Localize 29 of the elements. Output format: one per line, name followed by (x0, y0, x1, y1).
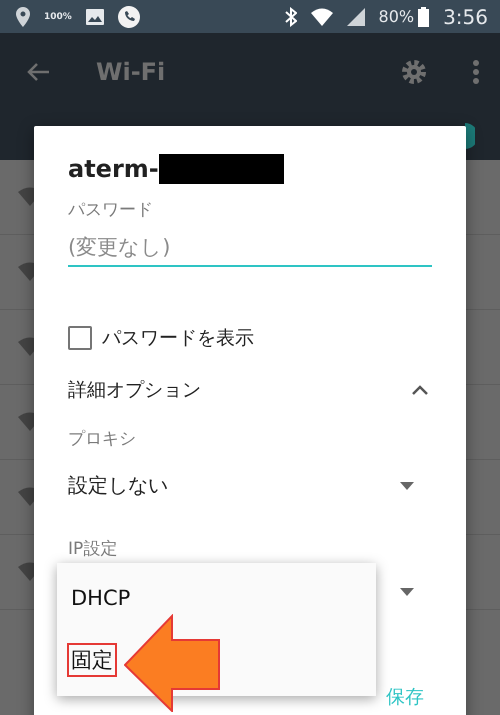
bluetooth-icon (284, 6, 297, 26)
advanced-options-label: 詳細オプション (68, 378, 201, 403)
phone-icon (118, 6, 140, 28)
data-saver-percent: 100% (44, 12, 72, 22)
dropdown-caret-icon[interactable] (400, 588, 414, 596)
menu-item[interactable]: DHCP (67, 583, 134, 613)
proxy-dropdown-value[interactable]: 設定しない (68, 472, 168, 499)
more-options-icon[interactable] (472, 60, 480, 84)
dropdown-caret-icon[interactable] (400, 482, 414, 490)
checkbox[interactable] (68, 326, 92, 350)
back-arrow-icon[interactable] (26, 62, 50, 82)
cell-signal-icon (346, 8, 365, 26)
network-name: aterm- (68, 155, 159, 183)
toggle-switch[interactable] (465, 123, 475, 149)
ip-settings-label: IP設定 (68, 538, 118, 560)
password-field[interactable]: (変更なし) (68, 233, 432, 267)
settings-icon[interactable] (400, 58, 428, 86)
image-icon (86, 8, 104, 24)
clock-time: 3:56 (443, 4, 488, 28)
wifi-icon (310, 8, 333, 26)
proxy-label: プロキシ (68, 428, 136, 450)
chevron-up-icon[interactable] (412, 385, 428, 395)
battery-percent: 80% (378, 7, 414, 26)
password-label: パスワード (68, 199, 153, 221)
battery-icon (418, 6, 430, 26)
app-bar-title: Wi-Fi (96, 58, 166, 86)
menu-item[interactable]: 固定 (67, 643, 117, 677)
show-password-label: パスワードを表示 (102, 326, 254, 351)
location-pin-icon (16, 6, 30, 26)
